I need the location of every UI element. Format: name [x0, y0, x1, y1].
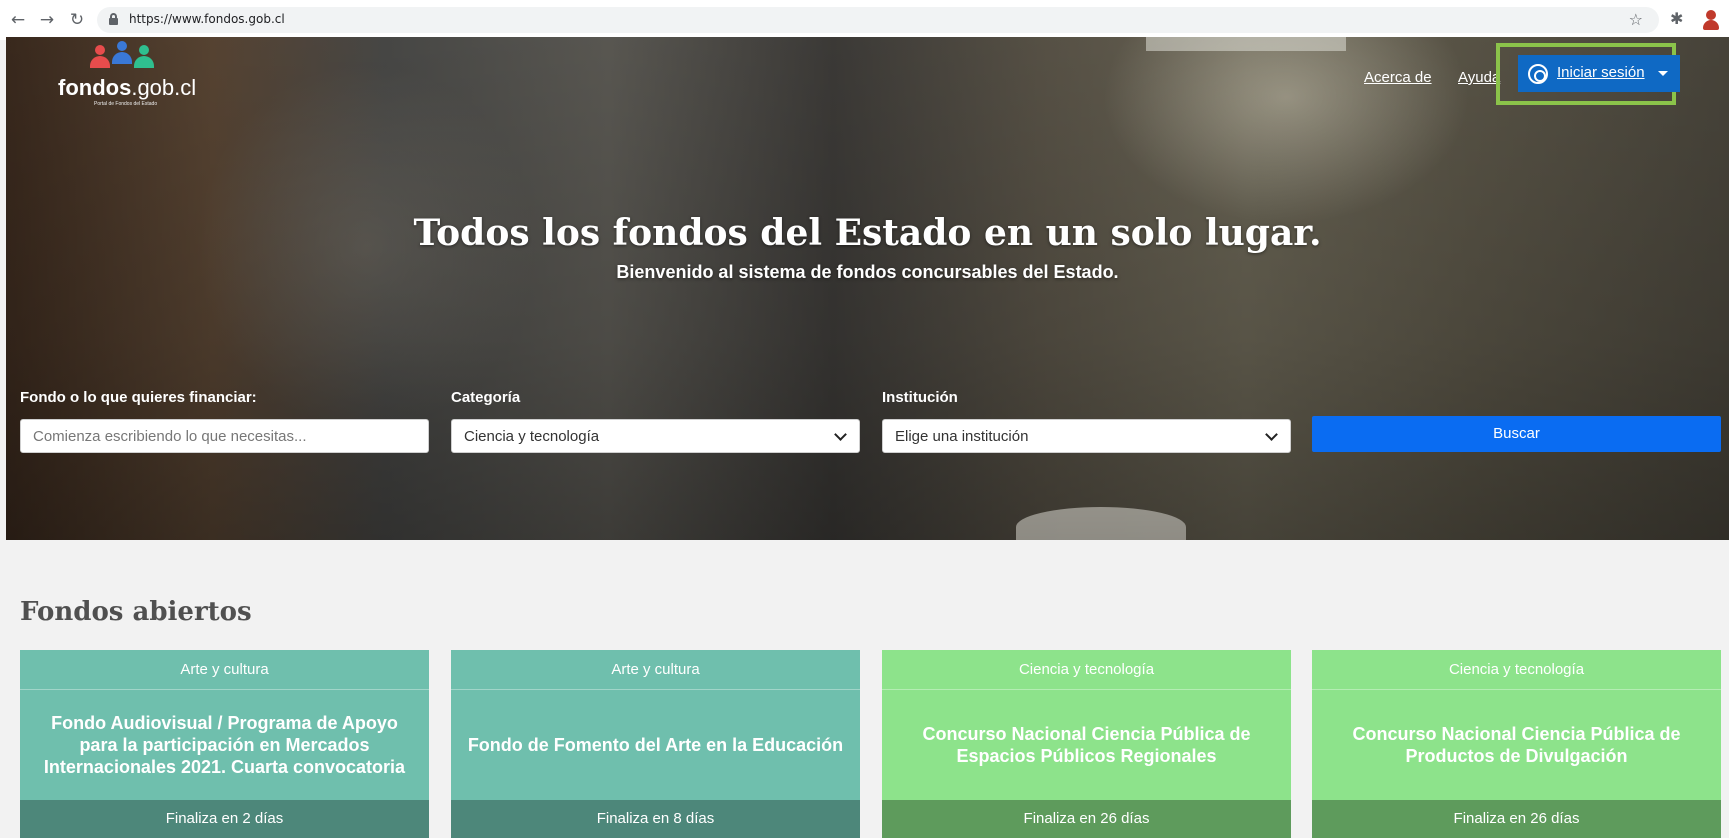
- profile-icon[interactable]: [1700, 8, 1722, 32]
- chevron-down-icon: [1265, 428, 1278, 441]
- category-select[interactable]: Ciencia y tecnología: [451, 419, 860, 453]
- fund-card-deadline: Finaliza en 26 días: [1312, 800, 1721, 838]
- category-value: Ciencia y tecnología: [464, 428, 600, 445]
- fund-card-deadline: Finaliza en 8 días: [451, 800, 860, 838]
- lock-icon[interactable]: [109, 13, 118, 26]
- category-label: Categoría: [451, 389, 521, 406]
- fund-card-title[interactable]: Concurso Nacional Ciencia Pública de Pro…: [1312, 690, 1721, 800]
- site-logo[interactable]: fondos.gob.cl Portal de Fondos del Estad…: [52, 41, 202, 107]
- open-funds-title: Fondos abiertos: [20, 597, 252, 627]
- institution-select[interactable]: Elige una institución: [882, 419, 1291, 453]
- institution-label: Institución: [882, 389, 958, 406]
- login-button[interactable]: Iniciar sesión: [1518, 55, 1680, 92]
- browser-toolbar: ← → ↻ https://www.fondos.gob.cl ☆ ✱: [0, 0, 1729, 40]
- fund-card-title[interactable]: Concurso Nacional Ciencia Pública de Esp…: [882, 690, 1291, 800]
- fund-card-title[interactable]: Fondo de Fomento del Arte en la Educació…: [451, 690, 860, 800]
- chevron-down-icon: [834, 428, 847, 441]
- fund-card[interactable]: Arte y cultura Fondo de Fomento del Arte…: [451, 650, 860, 838]
- nav-help-link[interactable]: Ayuda: [1458, 69, 1500, 86]
- hero-subtitle: Bienvenido al sistema de fondos concursa…: [616, 262, 1119, 282]
- hero-banner: fondos.gob.cl Portal de Fondos del Estad…: [6, 37, 1729, 540]
- fund-card-category: Ciencia y tecnología: [882, 650, 1291, 690]
- people-icon: [90, 41, 154, 75]
- fund-label: Fondo o lo que quieres financiar:: [20, 389, 257, 406]
- arrow-left-icon[interactable]: ←: [7, 9, 29, 31]
- claveunica-icon: [1528, 64, 1548, 84]
- fund-card[interactable]: Arte y cultura Fondo Audiovisual / Progr…: [20, 650, 429, 838]
- caret-down-icon[interactable]: [1658, 71, 1668, 76]
- url-text[interactable]: https://www.fondos.gob.cl: [129, 12, 285, 26]
- fund-card-deadline: Finaliza en 26 días: [882, 800, 1291, 838]
- brand-tagline: Portal de Fondos del Estado: [94, 101, 158, 107]
- star-icon[interactable]: ☆: [1629, 10, 1643, 29]
- search-button[interactable]: Buscar: [1312, 416, 1721, 452]
- address-bar[interactable]: https://www.fondos.gob.cl ☆: [97, 7, 1659, 33]
- hero-title: Todos los fondos del Estado en un solo l…: [413, 212, 1322, 254]
- reload-icon[interactable]: ↻: [66, 9, 88, 31]
- fund-card-category: Ciencia y tecnología: [1312, 650, 1721, 690]
- fund-card-category: Arte y cultura: [451, 650, 860, 690]
- fund-card[interactable]: Ciencia y tecnología Concurso Nacional C…: [1312, 650, 1721, 838]
- fund-card-category: Arte y cultura: [20, 650, 429, 690]
- brand-name: fondos.gob.cl: [58, 75, 197, 100]
- puzzle-icon[interactable]: ✱: [1670, 9, 1683, 28]
- fund-search-input[interactable]: Comienza escribiendo lo que necesitas...: [20, 419, 429, 453]
- arrow-right-icon[interactable]: →: [36, 9, 58, 31]
- institution-value: Elige una institución: [895, 428, 1029, 445]
- fund-card-title[interactable]: Fondo Audiovisual / Programa de Apoyo pa…: [20, 690, 429, 800]
- fund-card-deadline: Finaliza en 2 días: [20, 800, 429, 838]
- login-label[interactable]: Iniciar sesión: [1557, 64, 1645, 81]
- nav-about-link[interactable]: Acerca de: [1364, 69, 1432, 86]
- fund-card[interactable]: Ciencia y tecnología Concurso Nacional C…: [882, 650, 1291, 838]
